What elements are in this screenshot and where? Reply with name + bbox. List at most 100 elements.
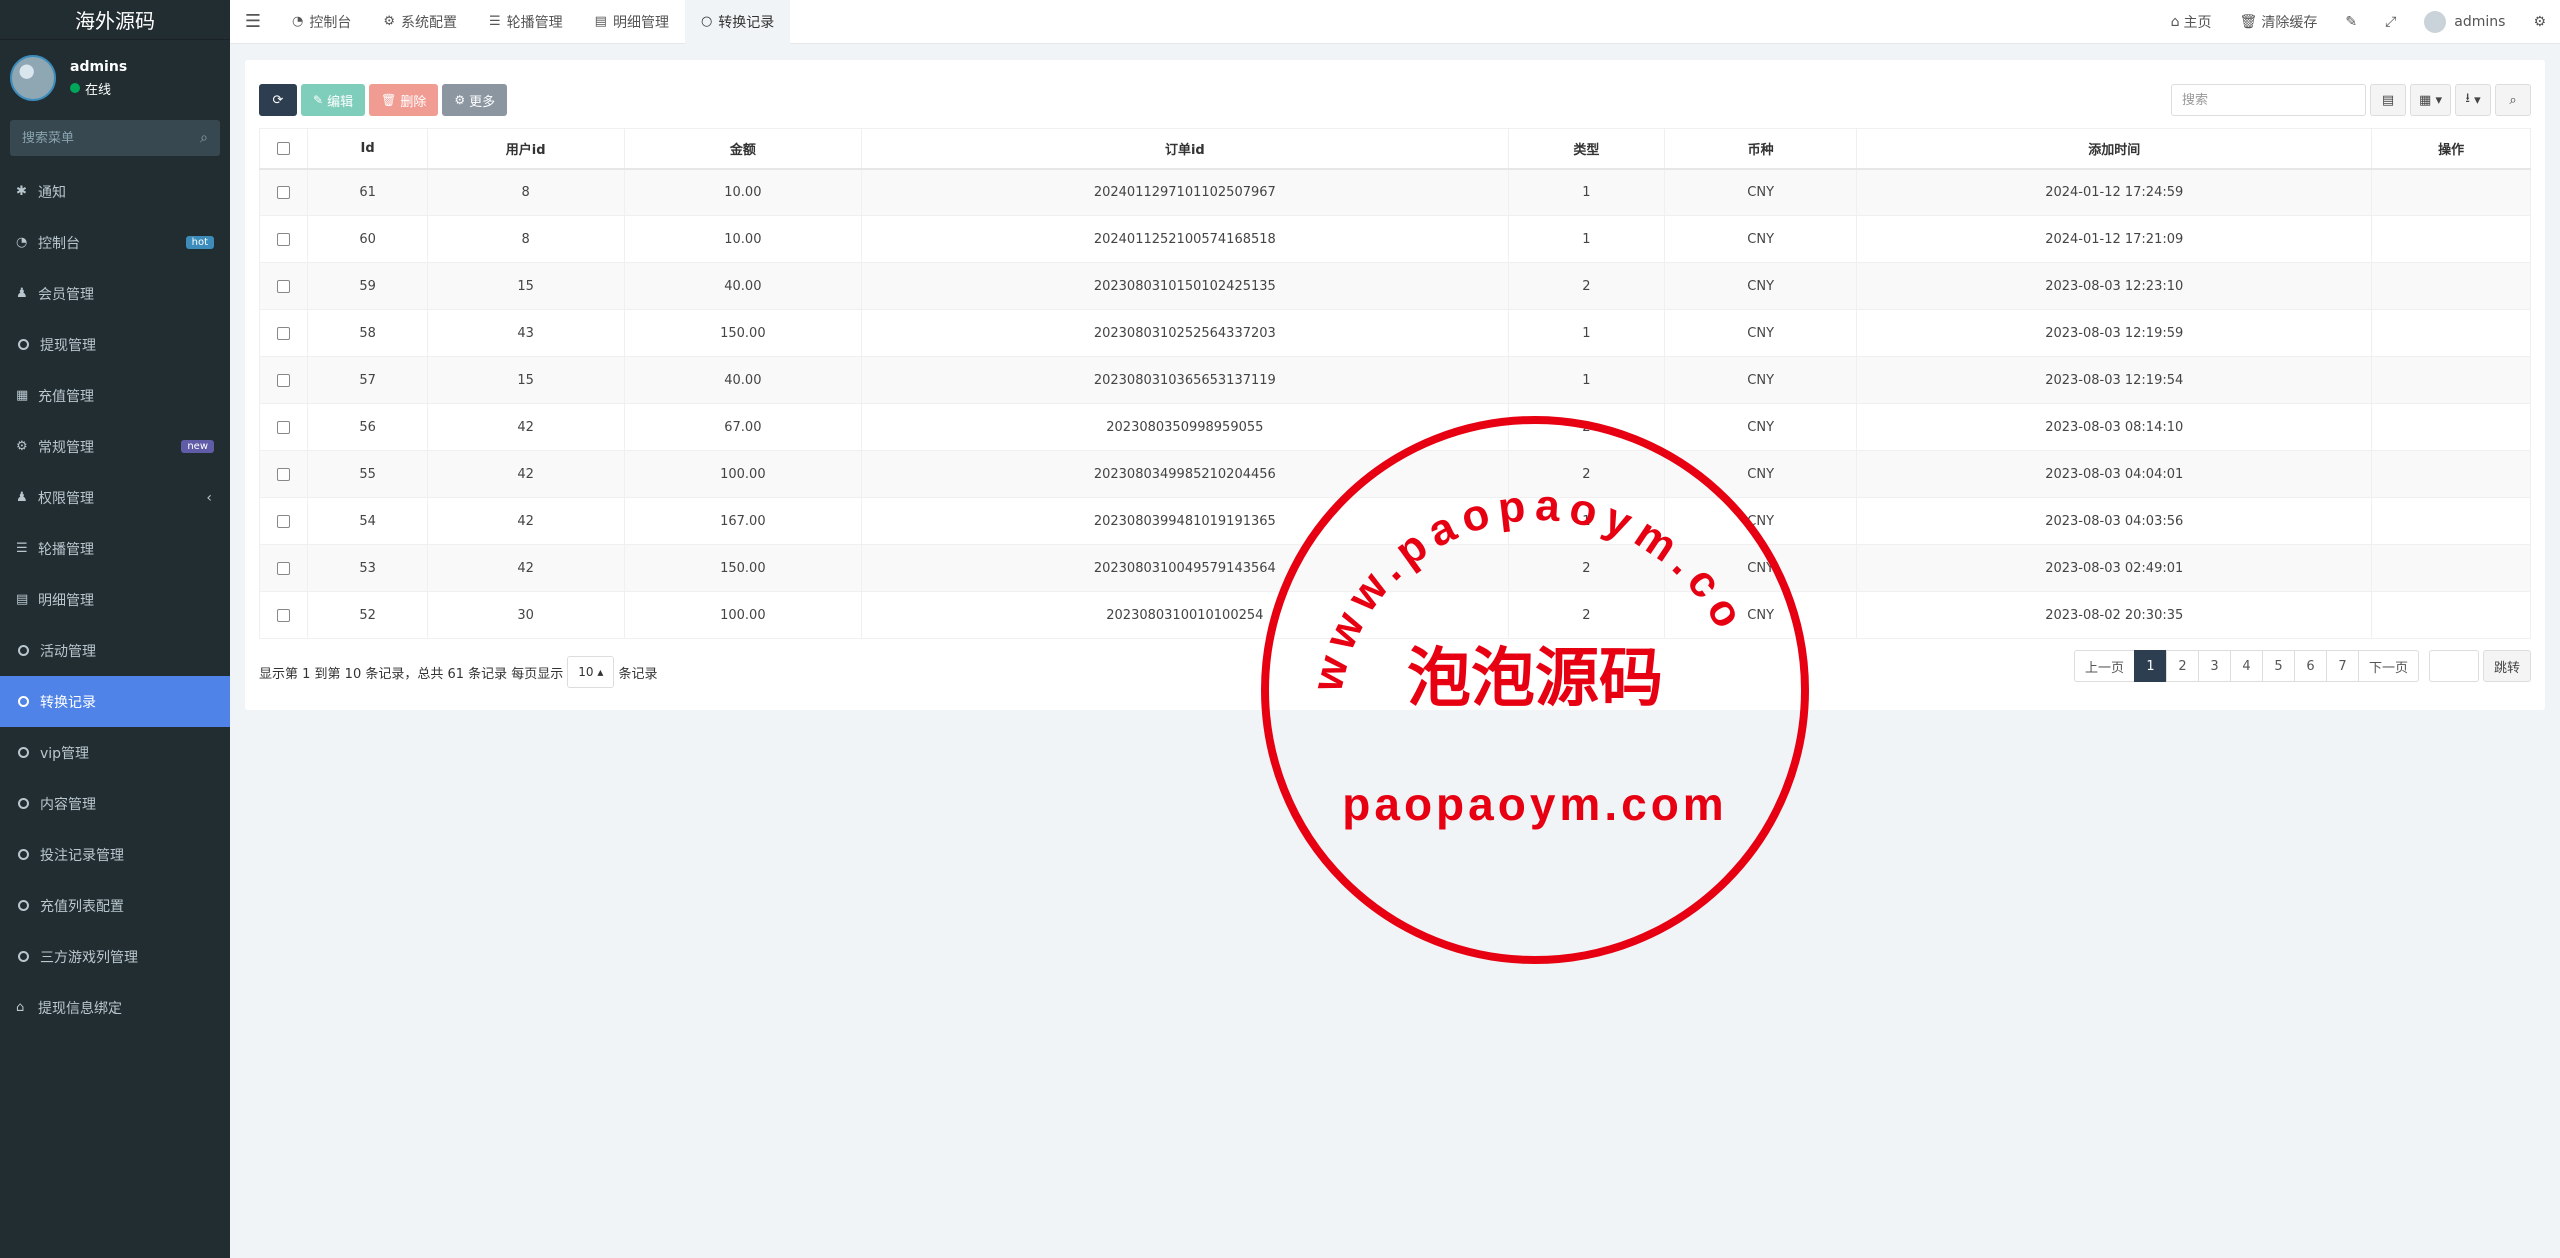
table-search-input[interactable] — [2171, 84, 2367, 116]
table-cell: CNY — [1664, 591, 1858, 639]
sidebar-item[interactable]: ✱ 通知 — [0, 166, 230, 217]
more-button[interactable]: ⚙ 更多 — [442, 84, 508, 116]
row-checkbox[interactable] — [277, 420, 291, 434]
row-checkbox[interactable] — [277, 608, 291, 622]
row-checkbox[interactable] — [277, 514, 291, 528]
row-checkbox[interactable] — [277, 561, 291, 575]
row-checkbox[interactable] — [277, 467, 291, 481]
table-cell: 2 — [1507, 403, 1666, 451]
edit-button[interactable]: ✎ 编辑 — [301, 84, 366, 116]
page-number-button[interactable]: 2 — [2165, 650, 2199, 682]
column-header[interactable]: 金额 — [623, 128, 863, 170]
sidebar-item[interactable]: 活动管理 — [0, 625, 230, 676]
table-cell: 202401129710110250796​7 — [861, 168, 1509, 216]
prev-page-button[interactable]: 上一页 — [2073, 650, 2135, 682]
table-toolbar: ⟳ ✎ 编辑 🗑 删除 ⚙ 更多 — [259, 84, 508, 116]
table-row[interactable]: 54 42 167.00 2023080399481019191365 1 CNY 2023… — [258, 497, 2531, 545]
page-number-button[interactable]: 5 — [2261, 650, 2295, 682]
sidebar-item[interactable]: vip管理 — [0, 727, 230, 778]
sidebar-item[interactable]: ▤ 明细管理 — [0, 574, 230, 625]
sidebar-item[interactable]: ▦ 充值管理 — [0, 370, 230, 421]
home-link[interactable]: ⌂ 主页 — [2157, 12, 2226, 32]
nav-tab[interactable]: ◔ 控制台 — [276, 0, 367, 44]
sidebar-item[interactable]: 内容管理 — [0, 778, 230, 829]
table-row[interactable]: 56 42 67.00 2023080350998959055 2 CNY 2023-08-… — [258, 403, 2531, 451]
table-row[interactable]: 52 30 100.00 2023080310010100254 2 CNY 2023-08… — [258, 591, 2531, 639]
language-icon[interactable]: ✎ — [2331, 14, 2371, 30]
table-row[interactable]: 55 42 100.00 2023080349985210204456 2 CNY 2023… — [258, 450, 2531, 498]
columns-button[interactable]: ▦ ▾ — [2410, 84, 2451, 116]
next-page-button[interactable]: 下一页 — [2357, 650, 2419, 682]
table-cell: 1 — [1507, 309, 1666, 357]
jump-page-input[interactable] — [2428, 650, 2479, 682]
table-cell: 58 — [307, 309, 428, 357]
sidebar-item[interactable]: ◔ 控制台 hot — [0, 217, 230, 268]
trash-icon: 🗑 — [381, 93, 397, 107]
sidebar-item[interactable]: 充值列表配置 — [0, 880, 230, 931]
page-number-button[interactable]: 6 — [2293, 650, 2327, 682]
sidebar-item[interactable]: ♟ 权限管理 ‹ — [0, 472, 230, 523]
user-status: 在线 — [70, 79, 127, 98]
page-number-button[interactable]: 7 — [2325, 650, 2359, 682]
table-row[interactable]: 61 8 10.00 202401129710110250796​7 1 CNY 2024-… — [258, 168, 2531, 216]
page-size-select[interactable]: 10 ▴ — [567, 656, 615, 688]
table-cell: 2023-08-02 20:30:35 — [1856, 591, 2373, 639]
sidebar-item[interactable]: 转换记录 — [0, 676, 230, 727]
jump-button[interactable]: 跳转 — [2482, 650, 2531, 682]
sidebar-item[interactable]: 投注记录管理 — [0, 829, 230, 880]
column-header[interactable]: 类型 — [1507, 128, 1666, 170]
clear-cache-link[interactable]: 🗑 清除缓存 — [2226, 12, 2332, 32]
circle-icon: ○ — [700, 14, 713, 29]
nav-tab-label: 转换记录 — [718, 14, 775, 31]
row-checkbox[interactable] — [277, 279, 291, 293]
nav-tab[interactable]: ☰ 轮播管理 — [473, 0, 579, 44]
export-button[interactable]: ⭳ ▾ — [2455, 84, 2491, 116]
page-number-button[interactable]: 1 — [2133, 650, 2167, 682]
table-row[interactable]: 60 8 10.00 2024011252100574168518 1 CNY 2024-0… — [258, 215, 2531, 263]
row-checkbox[interactable] — [277, 185, 291, 199]
row-checkbox[interactable] — [277, 373, 291, 387]
menu-toggle-icon[interactable]: ☰ — [230, 11, 276, 32]
search-icon[interactable]: ⌕ — [200, 130, 208, 146]
table-cell: 100.00 — [623, 450, 863, 498]
table-row[interactable]: 57 15 40.00 2023080310365653137119 1 CNY 2023-… — [258, 356, 2531, 404]
sidebar-item[interactable]: 提现管理 — [0, 319, 230, 370]
sidebar-item-label: 三方游戏列管理 — [40, 949, 138, 966]
table-row[interactable]: 58 43 150.00 2023080310252564337203 1 CNY 2023… — [258, 309, 2531, 357]
nav-tab[interactable]: ⚙ 系统配置 — [367, 0, 473, 44]
user-menu[interactable]: admins — [2410, 10, 2519, 33]
app-logo[interactable]: 海外源码 — [0, 0, 230, 40]
nav-tab[interactable]: ▤ 明细管理 — [579, 0, 685, 44]
column-header[interactable]: 添加时间 — [1856, 128, 2373, 170]
fullscreen-icon[interactable]: ⤢ — [2371, 14, 2410, 30]
refresh-button[interactable]: ⟳ — [259, 84, 297, 116]
toggle-view-button[interactable]: ▤ — [2370, 84, 2407, 116]
select-all-checkbox[interactable] — [277, 141, 291, 155]
row-checkbox[interactable] — [277, 326, 291, 340]
table-row[interactable]: 53 42 150.00 2023080310049579143564 2 CNY 2023… — [258, 544, 2531, 592]
sidebar-item[interactable]: ♟ 会员管理 — [0, 268, 230, 319]
sidebar-item[interactable]: 三方游戏列管理 — [0, 931, 230, 982]
table-row[interactable]: 59 15 40.00 2023080310150102425135 2 CNY 2023-… — [258, 262, 2531, 310]
select-all-cell — [258, 128, 309, 170]
delete-button[interactable]: 🗑 删除 — [369, 84, 439, 116]
operation-cell — [2371, 309, 2531, 357]
top-navbar: ☰ ◔ 控制台 ⚙ 系统配置 ☰ 轮播管理 ▤ 明细管理 ○ 转换记录 ⌂ 主页 🗑 清除缓存 ✎ ⤢… — [230, 0, 2560, 44]
sidebar-item[interactable]: ☰ 轮播管理 — [0, 523, 230, 574]
sidebar-item[interactable]: ⌂ 提现信息绑定 — [0, 982, 230, 1033]
row-checkbox[interactable] — [277, 232, 291, 246]
user-name: admins — [70, 58, 128, 75]
column-header[interactable]: Id — [307, 128, 428, 170]
column-header[interactable]: 操作 — [2371, 128, 2531, 170]
advanced-search-button[interactable]: ⌕ — [2495, 84, 2531, 116]
sidebar-item[interactable]: ⚙ 常规管理 new — [0, 421, 230, 472]
page-number-button[interactable]: 3 — [2197, 650, 2231, 682]
settings-icon[interactable]: ⚙ — [2519, 14, 2560, 30]
menu-search-input[interactable] — [22, 130, 201, 146]
table-cell: 2023-08-03 04:04:01 — [1856, 450, 2373, 498]
column-header[interactable]: 订单id — [861, 128, 1509, 170]
column-header[interactable]: 用户id — [426, 128, 625, 170]
nav-tab[interactable]: ○ 转换记录 — [684, 0, 791, 44]
page-number-button[interactable]: 4 — [2229, 650, 2263, 682]
column-header[interactable]: 币种 — [1664, 128, 1858, 170]
